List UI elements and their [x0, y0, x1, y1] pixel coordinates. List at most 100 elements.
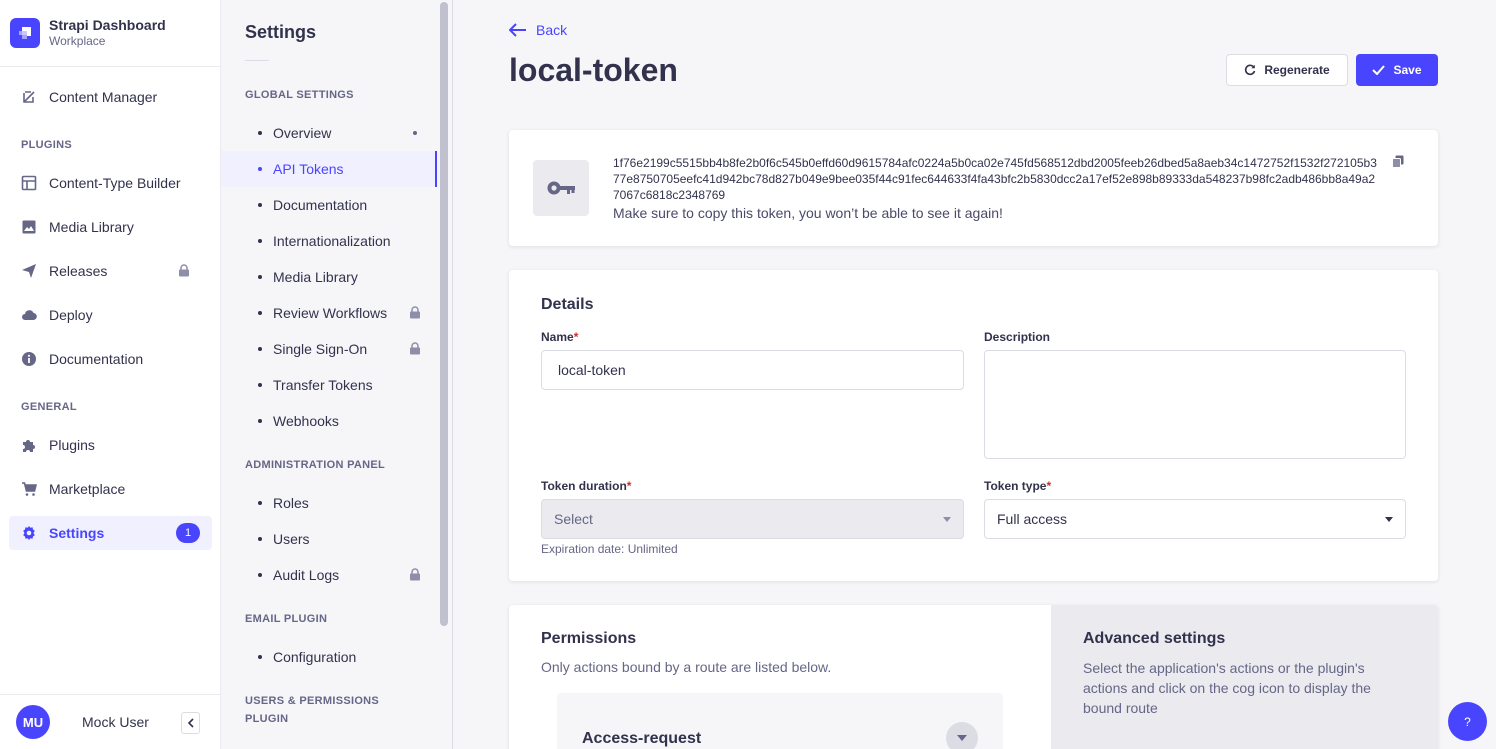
subnav-item-documentation[interactable]: Documentation — [221, 187, 437, 223]
subnav-item-users[interactable]: Users — [221, 521, 437, 557]
subnav-label: Audit Logs — [273, 567, 340, 583]
user-bar: MU Mock User — [0, 694, 220, 749]
expand-toggle-button[interactable] — [946, 722, 978, 749]
image-icon — [21, 219, 37, 235]
details-card: Details Name* local-token Description To… — [509, 270, 1438, 581]
subnav-item-configuration[interactable]: Configuration — [221, 639, 437, 675]
nav-label: Content-Type Builder — [49, 175, 181, 191]
accordion-title: Access-request — [582, 730, 702, 747]
notification-badge: 1 — [176, 523, 200, 543]
nav-releases[interactable]: Releases — [9, 254, 212, 288]
subnav-item-transfer-tokens[interactable]: Transfer Tokens — [221, 367, 437, 403]
subnav-item-roles[interactable]: Roles — [221, 485, 437, 521]
subnav-label: Transfer Tokens — [273, 377, 373, 393]
main-nav: Strapi Dashboard Workplace Content Manag… — [0, 0, 221, 749]
subnav-title: Settings — [245, 22, 317, 42]
accordion-access-request[interactable]: Access-request — [557, 693, 1003, 749]
paper-plane-icon — [21, 263, 37, 279]
advanced-settings-panel: Advanced settings Select the application… — [1051, 605, 1438, 749]
subnav-item-media-library[interactable]: Media Library — [221, 259, 437, 295]
chevron-down-icon — [957, 735, 967, 741]
lock-icon — [178, 264, 190, 280]
token-type-label: Token type* — [984, 479, 1052, 493]
subnav-label: Media Library — [273, 269, 358, 285]
section-email-plugin: EMAIL PLUGIN — [245, 613, 328, 625]
subnav-item-webhooks[interactable]: Webhooks — [221, 403, 437, 439]
nav-label: Marketplace — [49, 481, 126, 497]
brand-title: Strapi Dashboard — [49, 17, 166, 33]
name-input-value: local-token — [558, 362, 626, 378]
advanced-settings-heading: Advanced settings — [1083, 630, 1226, 647]
brand-subtitle: Workplace — [49, 34, 106, 48]
nav-label: Plugins — [49, 437, 95, 453]
save-label: Save — [1393, 63, 1422, 77]
token-card: 1f76e2199c5515bb4b8fe2b0f6c545b0effd60d9… — [509, 130, 1438, 246]
collapse-nav-button[interactable] — [181, 712, 200, 734]
nav-label: Documentation — [49, 351, 144, 367]
nav-content-type-builder[interactable]: Content-Type Builder — [9, 166, 212, 200]
user-name[interactable]: Mock User — [82, 714, 149, 730]
regenerate-button[interactable]: Regenerate — [1226, 54, 1348, 86]
nav-media-library[interactable]: Media Library — [9, 210, 212, 244]
divider — [245, 60, 269, 61]
caret-down-icon — [943, 517, 951, 522]
section-users-permissions-plugin: USERS & PERMISSIONS PLUGIN — [245, 695, 380, 725]
page-title: local-token — [509, 52, 678, 88]
subnav-label: Review Workflows — [273, 305, 388, 321]
subnav-item-single-sign-on[interactable]: Single Sign-On — [221, 331, 437, 367]
gear-icon — [21, 525, 37, 541]
section-global-settings: GLOBAL SETTINGS — [245, 89, 354, 101]
nav-label: Deploy — [49, 307, 93, 323]
expiration-hint: Expiration date: Unlimited — [541, 542, 678, 556]
subnav-item-overview[interactable]: Overview — [221, 115, 437, 151]
save-button[interactable]: Save — [1356, 54, 1438, 86]
back-link[interactable]: Back — [509, 22, 567, 38]
subnav-label: Single Sign-On — [273, 341, 368, 357]
subnav-label: Users — [273, 531, 310, 547]
token-duration-select[interactable]: Select — [541, 499, 964, 539]
permissions-card: Permissions Only actions bound by a rout… — [509, 605, 1438, 749]
token-type-select[interactable]: Full access — [984, 499, 1406, 539]
cloud-icon — [21, 307, 37, 323]
nav-documentation[interactable]: Documentation — [9, 342, 212, 376]
section-administration-panel: ADMINISTRATION PANEL — [245, 459, 386, 471]
help-button[interactable]: ? — [1448, 702, 1487, 741]
subnav-item-internationalization[interactable]: Internationalization — [221, 223, 437, 259]
puzzle-icon — [21, 437, 37, 453]
nav-label: Releases — [49, 263, 108, 279]
token-value: 1f76e2199c5515bb4b8fe2b0f6c545b0effd60d9… — [613, 156, 1377, 202]
check-icon — [1372, 65, 1386, 75]
subnav-label: Webhooks — [273, 413, 339, 429]
advanced-settings-text: Select the application's actions or the … — [1083, 660, 1371, 716]
nav-marketplace[interactable]: Marketplace — [9, 472, 212, 506]
nav-plugins[interactable]: Plugins — [9, 428, 212, 462]
nav-content-manager[interactable]: Content Manager — [9, 80, 212, 114]
permissions-heading: Permissions — [541, 630, 637, 647]
back-label: Back — [536, 22, 568, 38]
new-indicator-dot — [413, 131, 417, 135]
subnav-label: API Tokens — [273, 161, 344, 177]
lock-icon — [409, 306, 421, 322]
nav-label: Settings — [49, 525, 105, 541]
subnav-scrollbar[interactable] — [440, 2, 448, 626]
nav-label: Media Library — [49, 219, 134, 235]
subnav-item-review-workflows[interactable]: Review Workflows — [221, 295, 437, 331]
avatar[interactable]: MU — [16, 705, 50, 739]
description-textarea[interactable] — [984, 350, 1406, 459]
nav-section-plugins: PLUGINS — [21, 139, 72, 151]
strapi-logo-icon — [10, 18, 40, 48]
description-label: Description — [984, 330, 1051, 344]
subnav-label: Documentation — [273, 197, 368, 213]
info-icon — [21, 351, 37, 367]
arrow-left-icon — [509, 23, 526, 37]
subnav-label: Internationalization — [273, 233, 391, 249]
nav-settings[interactable]: Settings 1 — [9, 516, 212, 550]
name-input[interactable]: local-token — [541, 350, 964, 390]
lock-icon — [409, 568, 421, 584]
lock-icon — [409, 342, 421, 358]
key-icon — [533, 160, 589, 216]
copy-icon[interactable] — [1392, 155, 1404, 173]
nav-deploy[interactable]: Deploy — [9, 298, 212, 332]
subnav-item-api-tokens[interactable]: API Tokens — [221, 151, 437, 187]
subnav-item-audit-logs[interactable]: Audit Logs — [221, 557, 437, 593]
